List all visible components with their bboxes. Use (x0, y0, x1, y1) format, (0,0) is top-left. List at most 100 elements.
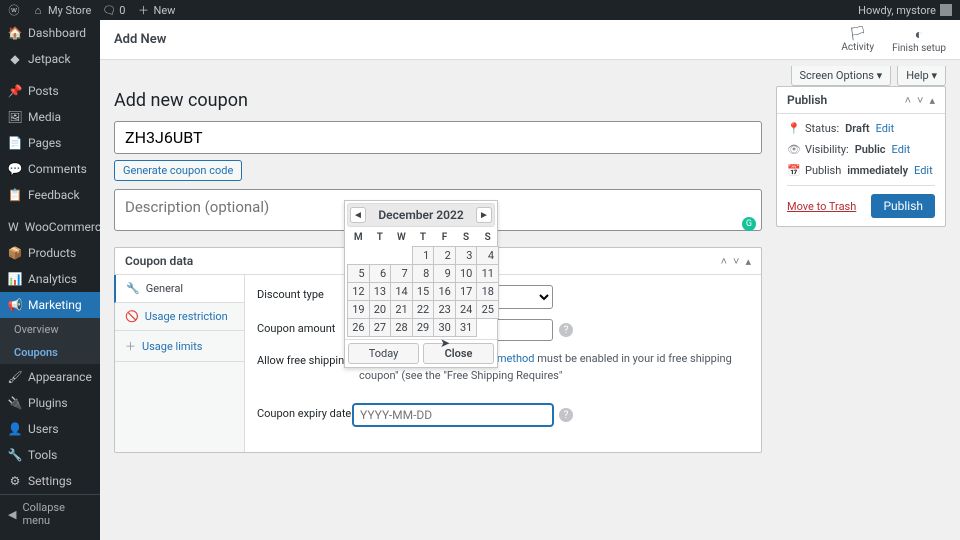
menu-label: Jetpack (28, 52, 71, 66)
day-11[interactable]: 11 (477, 265, 499, 283)
sidebar-item-plugins[interactable]: 🔌Plugins (0, 390, 100, 416)
wp-logo[interactable]: ⓦ (8, 4, 20, 16)
sidebar-item-pages[interactable]: 📄Pages (0, 130, 100, 156)
move-to-trash-link[interactable]: Move to Trash (787, 200, 856, 213)
day-6[interactable]: 6 (369, 265, 391, 283)
day-18[interactable]: 18 (477, 283, 499, 301)
day-16[interactable]: 16 (434, 283, 456, 301)
edit-visibility-link[interactable]: Edit (892, 143, 911, 156)
day-22[interactable]: 22 (412, 301, 434, 319)
tab-label: General (146, 282, 183, 295)
panel-down-icon[interactable]: ˅ (917, 94, 923, 107)
day-30[interactable]: 30 (434, 319, 456, 337)
expiry-date-input[interactable] (353, 404, 553, 426)
day-12[interactable]: 12 (348, 283, 370, 301)
coupon-data-title: Coupon data (125, 254, 193, 268)
status-value: Draft (845, 122, 869, 135)
panel-up-icon[interactable]: ˄ (905, 94, 911, 107)
dow-header: T (369, 229, 391, 247)
day-21[interactable]: 21 (391, 301, 413, 319)
sidebar-item-jetpack[interactable]: ◆Jetpack (0, 46, 100, 72)
day-31[interactable]: 31 (455, 319, 477, 337)
activity-button[interactable]: 🏳Activity (841, 26, 874, 54)
menu-label: Settings (28, 474, 72, 488)
help-icon[interactable]: ? (559, 323, 573, 337)
day-14[interactable]: 14 (391, 283, 413, 301)
new-link[interactable]: ＋New (137, 4, 175, 17)
sidebar-item-media[interactable]: 🖼Media (0, 104, 100, 130)
dow-header: F (434, 229, 456, 247)
close-button[interactable]: Close (423, 343, 494, 364)
day-24[interactable]: 24 (455, 301, 477, 319)
publish-button[interactable]: Publish (871, 194, 935, 218)
sidebar-item-woocommerce[interactable]: WWooCommerce (0, 214, 100, 240)
help-icon[interactable]: ? (559, 408, 573, 422)
sidebar-item-analytics[interactable]: 📊Analytics (0, 266, 100, 292)
day-4[interactable]: 4 (477, 247, 499, 265)
comments-link[interactable]: 🗨0 (103, 4, 125, 17)
grammarly-icon[interactable]: G (742, 217, 756, 231)
day-13[interactable]: 13 (369, 283, 391, 301)
page-header: Add New 🏳Activity ◐Finish setup (100, 20, 960, 60)
howdy-text: Howdy, mystore (858, 4, 936, 17)
sidebar-item-dashboard[interactable]: 🏠Dashboard (0, 20, 100, 46)
panel-down-icon[interactable]: ˅ (733, 255, 739, 268)
day-17[interactable]: 17 (455, 283, 477, 301)
day-19[interactable]: 19 (348, 301, 370, 319)
day-28[interactable]: 28 (391, 319, 413, 337)
day-25[interactable]: 25 (477, 301, 499, 319)
today-button[interactable]: Today (348, 343, 419, 364)
panel-up-icon[interactable]: ˄ (721, 255, 727, 268)
day-15[interactable]: 15 (412, 283, 434, 301)
coupon-tab-usage-limits[interactable]: ＋Usage limits (115, 331, 244, 362)
day-27[interactable]: 27 (369, 319, 391, 337)
panel-toggle-icon[interactable]: ▴ (745, 255, 751, 268)
howdy-link[interactable]: Howdy, mystore (858, 4, 952, 17)
dow-header: S (455, 229, 477, 247)
site-link[interactable]: ⌂My Store (32, 4, 91, 17)
discount-type-label: Discount type (257, 285, 353, 301)
coupon-code-input[interactable] (114, 121, 762, 154)
day-9[interactable]: 9 (434, 265, 456, 283)
prev-month-button[interactable]: ◄ (350, 207, 366, 223)
menu-label: Media (28, 110, 61, 124)
sidebar-item-tools[interactable]: 🔧Tools (0, 442, 100, 468)
sidebar-item-settings[interactable]: ⚙Settings (0, 468, 100, 494)
sidebar-subitem-coupons[interactable]: Coupons (0, 341, 100, 364)
day-7[interactable]: 7 (391, 265, 413, 283)
tab-icon: ＋ (125, 338, 136, 354)
day-29[interactable]: 29 (412, 319, 434, 337)
day-23[interactable]: 23 (434, 301, 456, 319)
help-button[interactable]: Help ▾ (897, 66, 946, 86)
menu-icon: 📄 (8, 136, 22, 150)
sidebar-item-appearance[interactable]: 🖌Appearance (0, 364, 100, 390)
menu-label: WooCommerce (25, 220, 100, 234)
edit-status-link[interactable]: Edit (876, 122, 895, 135)
screen-options-button[interactable]: Screen Options ▾ (791, 66, 892, 86)
sidebar-item-posts[interactable]: 📌Posts (0, 78, 100, 104)
day-26[interactable]: 26 (348, 319, 370, 337)
coupon-tab-usage-restriction[interactable]: 🚫Usage restriction (115, 303, 244, 331)
day-20[interactable]: 20 (369, 301, 391, 319)
sidebar-item-users[interactable]: 👤Users (0, 416, 100, 442)
day-2[interactable]: 2 (434, 247, 456, 265)
generate-coupon-button[interactable]: Generate coupon code (114, 160, 242, 181)
collapse-menu[interactable]: ◀Collapse menu (0, 494, 100, 533)
day-8[interactable]: 8 (412, 265, 434, 283)
coupon-tab-general[interactable]: 🔧General (114, 275, 244, 303)
day-3[interactable]: 3 (455, 247, 477, 265)
finish-setup-button[interactable]: ◐Finish setup (892, 26, 946, 54)
panel-toggle-icon[interactable]: ▴ (929, 94, 935, 107)
next-month-button[interactable]: ► (476, 207, 492, 223)
sidebar-item-marketing[interactable]: 📢Marketing (0, 292, 100, 318)
sidebar-subitem-overview[interactable]: Overview (0, 318, 100, 341)
sidebar-item-comments[interactable]: 💬Comments (0, 156, 100, 182)
edit-schedule-link[interactable]: Edit (914, 164, 933, 177)
sidebar-item-products[interactable]: 📦Products (0, 240, 100, 266)
tab-icon: 🚫 (125, 310, 139, 323)
comments-count: 0 (119, 4, 125, 17)
day-10[interactable]: 10 (455, 265, 477, 283)
day-1[interactable]: 1 (412, 247, 434, 265)
day-5[interactable]: 5 (348, 265, 370, 283)
sidebar-item-feedback[interactable]: 📋Feedback (0, 182, 100, 208)
